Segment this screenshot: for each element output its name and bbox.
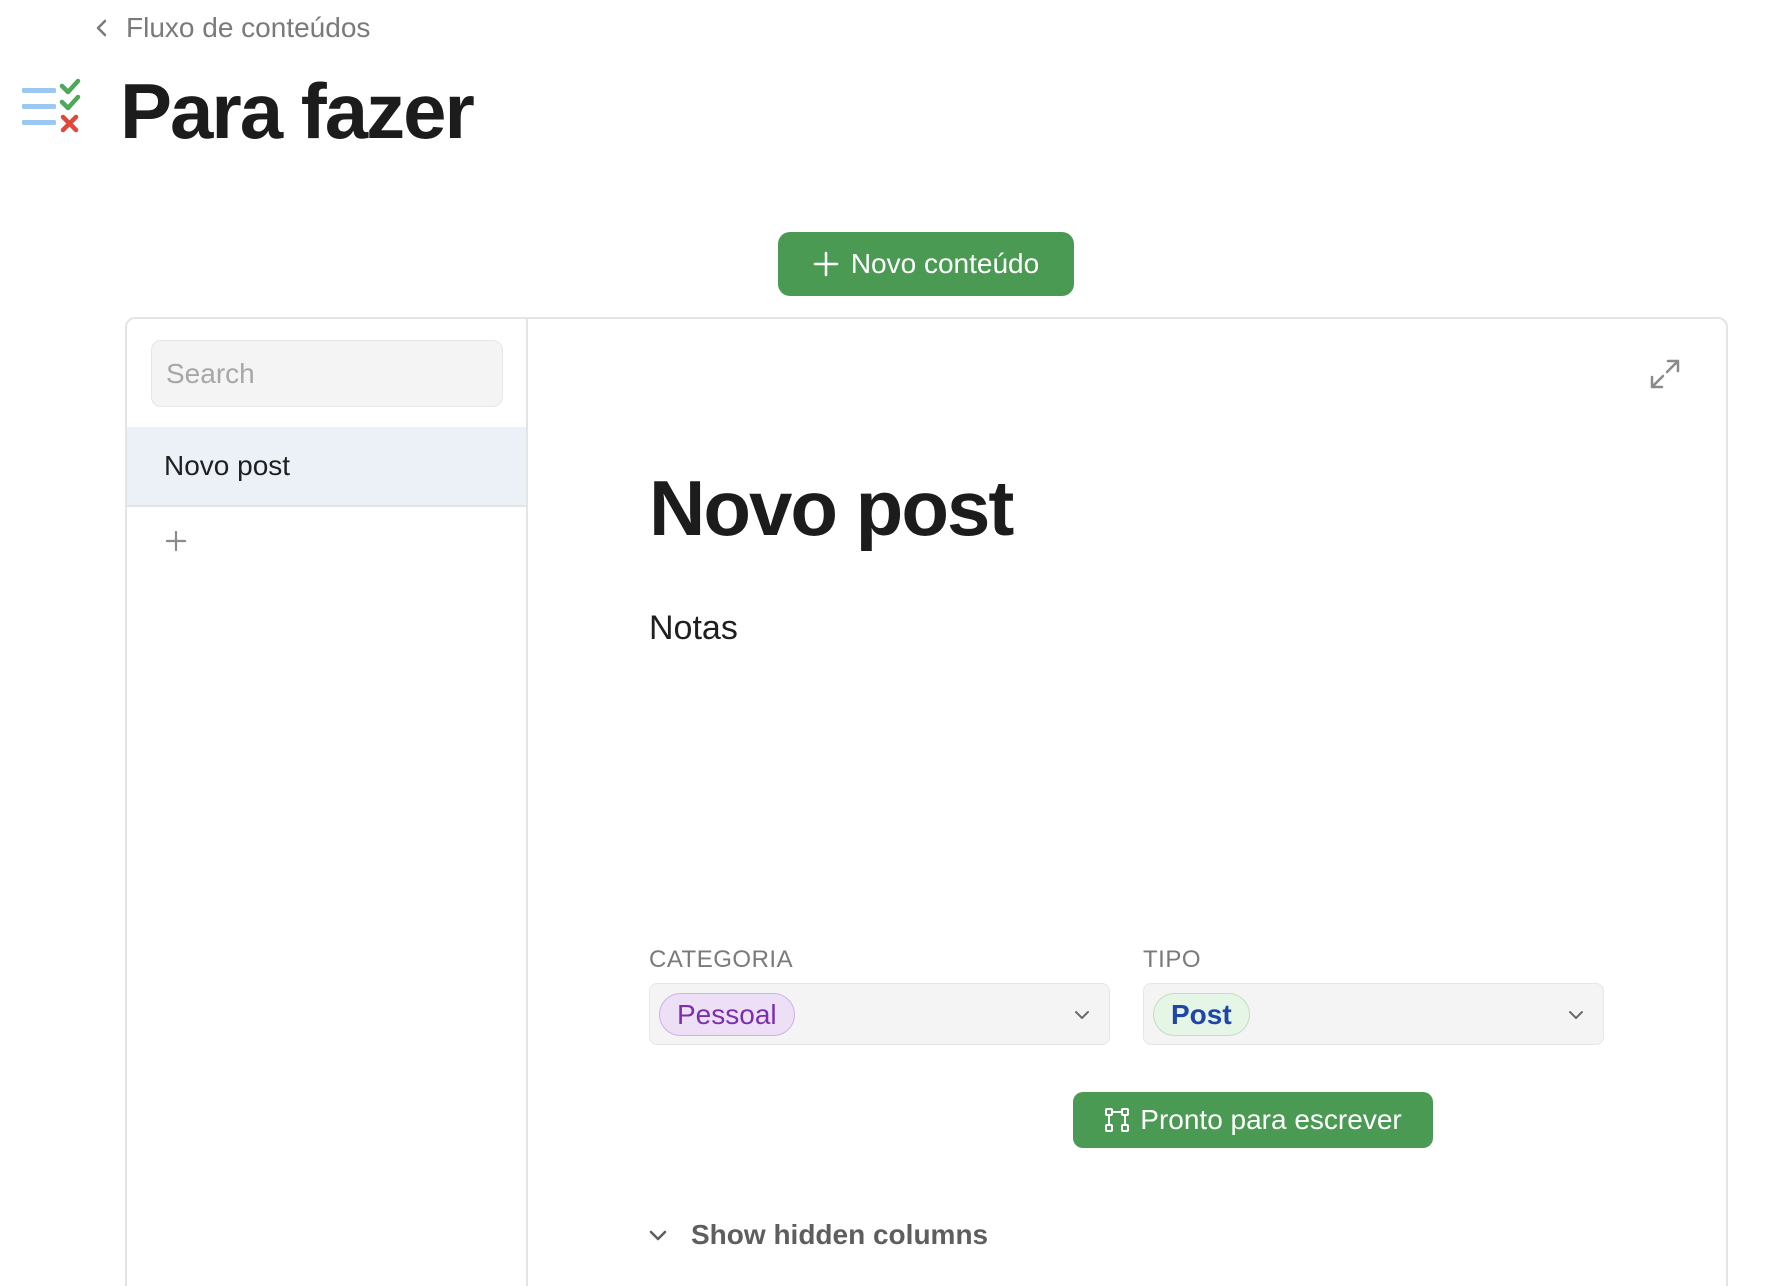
sidebar: Novo post [127,319,528,1286]
content-panel: Novo post Novo post Notas CATEGORIA Pess… [125,317,1728,1286]
breadcrumb-label: Fluxo de conteúdos [126,12,371,43]
notes-label: Notas [649,609,738,647]
new-content-button[interactable]: Novo conteúdo [778,232,1074,296]
category-tag: Pessoal [659,993,795,1036]
workflow-icon [1104,1107,1130,1133]
list-item[interactable]: Novo post [127,427,526,507]
add-item-button[interactable] [161,526,191,556]
chevron-down-icon [1567,1006,1585,1024]
show-hidden-columns[interactable]: Show hidden columns [647,1219,988,1251]
show-hidden-columns-label: Show hidden columns [691,1219,989,1250]
post-title: Novo post [649,464,1014,552]
search-input[interactable] [151,340,503,407]
type-tag: Post [1153,993,1250,1036]
page: Fluxo de conteúdos Para fazer Novo conte… [0,0,1784,1286]
page-header: Para fazer [22,67,475,155]
type-select[interactable]: Post [1143,983,1604,1045]
new-content-label: Novo conteúdo [850,248,1040,279]
expand-icon[interactable] [1648,357,1682,391]
category-select[interactable]: Pessoal [649,983,1110,1045]
type-label: TIPO [1143,946,1202,973]
chevron-down-icon [647,1224,669,1246]
list-item-label: Novo post [164,450,291,481]
chevron-down-icon [1073,1006,1091,1024]
plus-icon [813,251,839,277]
breadcrumb[interactable]: Fluxo de conteúdos [92,12,370,44]
plus-icon [165,530,187,552]
checklist-icon [22,76,92,146]
chevron-left-icon [92,18,112,38]
ready-to-write-button[interactable]: Pronto para escrever [1073,1092,1433,1148]
page-title: Para fazer [120,67,475,155]
category-label: CATEGORIA [649,946,794,973]
detail-pane: Novo post Notas CATEGORIA Pessoal TIPO P… [528,319,1726,1286]
ready-to-write-label: Pronto para escrever [1140,1104,1402,1135]
